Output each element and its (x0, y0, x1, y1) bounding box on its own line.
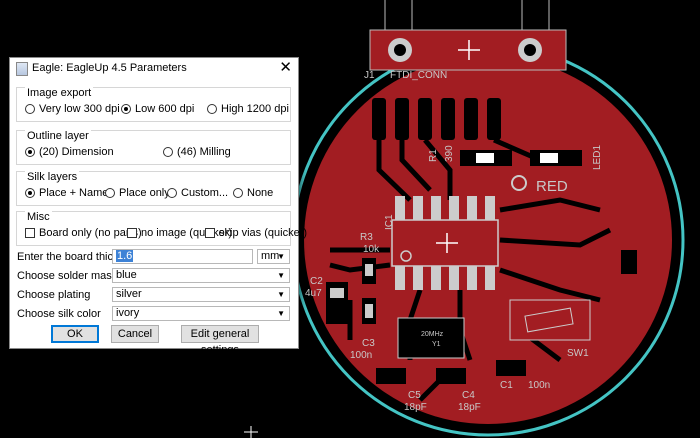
eagle-app-icon (16, 62, 28, 76)
label-ftdi: FTDI_CONN (390, 70, 447, 81)
radio-label: Place only (119, 187, 170, 199)
radio-icon (167, 188, 177, 198)
radio-label: Very low 300 dpi (39, 103, 120, 115)
checkbox-label: skip vias (quicker) (219, 227, 308, 239)
radio-none[interactable]: None (233, 187, 273, 199)
label-r1-value: 390 (444, 145, 455, 162)
radio-place-names[interactable]: Place + Names (25, 187, 114, 199)
radio-selected-icon (25, 188, 35, 198)
c5-footprint (376, 368, 406, 384)
label-c4-value: 18pF (458, 402, 481, 413)
checkbox-skip-vias[interactable]: skip vias (quicker) (205, 227, 307, 239)
radio-icon (25, 104, 35, 114)
silk-color-value: ivory (116, 307, 140, 319)
radio-label: Low 600 dpi (135, 103, 195, 115)
mask-color-select[interactable]: blue ▼ (112, 268, 290, 283)
label-c3-value: 100n (350, 350, 372, 361)
checkbox-icon (127, 228, 137, 238)
edit-general-settings-button[interactable]: Edit general settings (181, 325, 259, 356)
radio-label: Custom... (181, 187, 229, 199)
checkbox-icon (205, 228, 215, 238)
y1-footprint (397, 317, 465, 359)
ok-button[interactable]: OK (51, 325, 99, 343)
label-c5: C5 (408, 390, 421, 401)
radio-label: Place + Names (39, 187, 114, 199)
connector-hole (394, 44, 406, 56)
dialog-titlebar[interactable]: Eagle: EagleUp 4.5 Parameters ✕ (10, 58, 298, 78)
label-sw1: SW1 (567, 348, 589, 359)
silk-layers-group: Silk layers Place + Names Place only Cus… (16, 171, 291, 206)
label-c2: C2 (310, 276, 323, 287)
label-crystal-frequency: 20MHz (421, 331, 444, 338)
connector-hole (524, 44, 536, 56)
outline-layer-group: Outline layer (20) Dimension (46) Millin… (16, 130, 291, 165)
label-c2-value: 4u7 (305, 288, 322, 299)
chevron-down-icon: ▼ (277, 290, 285, 299)
checkbox-icon (25, 228, 35, 238)
radio-low-600-dpi[interactable]: Low 600 dpi (121, 103, 194, 115)
silk-color-label: Choose silk color (17, 308, 101, 320)
close-icon[interactable]: ✕ (279, 59, 292, 77)
radio-icon (233, 188, 243, 198)
label-r3-value: 10k (363, 244, 380, 255)
radio-icon (105, 188, 115, 198)
label-c5-value: 18pF (404, 402, 427, 413)
chevron-down-icon: ▼ (277, 271, 285, 280)
label-j1: J1 (364, 70, 375, 81)
label-r1: R1 (428, 149, 439, 162)
radio-label: None (247, 187, 274, 199)
side-pad (621, 250, 637, 274)
mask-color-value: blue (116, 269, 137, 281)
radio-custom[interactable]: Custom... (167, 187, 228, 199)
radio-selected-icon (121, 104, 131, 114)
c3-body (365, 304, 373, 318)
radio-label: (46) Milling (177, 146, 231, 158)
r1-body (476, 153, 494, 163)
chevron-down-icon: ▼ (277, 252, 285, 261)
dialog-title: Eagle: EagleUp 4.5 Parameters (32, 62, 187, 74)
plating-value: silver (116, 288, 142, 300)
label-led1: LED1 (592, 145, 603, 170)
radio-icon (207, 104, 217, 114)
radio-label: (20) Dimension (39, 146, 114, 158)
r3-body (365, 264, 373, 276)
thickness-value: 1.6 (116, 250, 134, 262)
chevron-down-icon: ▼ (277, 309, 285, 318)
sw1-footprint (509, 299, 591, 341)
radio-dimension[interactable]: (20) Dimension (25, 146, 114, 158)
outline-layer-legend: Outline layer (25, 130, 91, 142)
radio-icon (163, 147, 173, 157)
eagleup-parameters-dialog: Eagle: EagleUp 4.5 Parameters ✕ Image ex… (9, 57, 307, 356)
c2-pad (330, 288, 344, 298)
image-export-group: Image export Very low 300 dpi Low 600 dp… (16, 87, 291, 122)
c4-footprint (436, 368, 466, 384)
plating-label: Choose plating (17, 289, 91, 301)
cancel-button[interactable]: Cancel (111, 325, 159, 343)
label-c4: C4 (462, 390, 475, 401)
radio-label: High 1200 dpi (221, 103, 289, 115)
radio-milling[interactable]: (46) Milling (163, 146, 231, 158)
image-export-legend: Image export (25, 87, 94, 99)
radio-selected-icon (25, 147, 35, 157)
checkbox-board-only[interactable]: Board only (no parts) (25, 227, 142, 239)
label-c3: C3 (362, 338, 375, 349)
radio-very-low-300-dpi[interactable]: Very low 300 dpi (25, 103, 120, 115)
label-c1-value: 100n (528, 380, 550, 391)
label-ic1: IC1 (384, 214, 395, 230)
thickness-input[interactable]: 1.6 (112, 249, 253, 264)
led1-body (540, 153, 558, 163)
label-r3: R3 (360, 232, 373, 243)
label-c1: C1 (500, 380, 513, 391)
radio-high-1200-dpi[interactable]: High 1200 dpi (207, 103, 289, 115)
thickness-unit-select[interactable]: mm ▼ (257, 249, 290, 264)
c1-footprint (496, 360, 526, 376)
label-y1: Y1 (432, 341, 441, 348)
radio-place-only[interactable]: Place only (105, 187, 170, 199)
misc-legend: Misc (25, 211, 52, 223)
misc-group: Misc Board only (no parts) no image (qui… (16, 211, 307, 246)
silk-layers-legend: Silk layers (25, 171, 80, 183)
label-red: RED (536, 178, 568, 195)
plating-select[interactable]: silver ▼ (112, 287, 290, 302)
silk-color-select[interactable]: ivory ▼ (112, 306, 290, 321)
